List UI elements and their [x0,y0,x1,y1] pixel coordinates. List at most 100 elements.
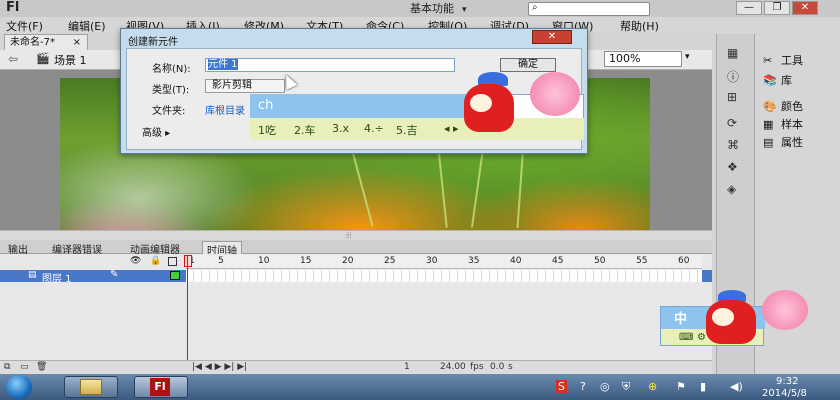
outline-icon[interactable] [168,257,177,266]
ruler-tick: 20 [342,256,354,266]
ime-candidate[interactable]: 5.吉 [396,122,418,138]
ime-candidate[interactable]: 3.x [332,122,349,135]
panel-swatches[interactable]: ▦ 样本 [763,116,803,132]
layer-color-swatch[interactable] [170,271,180,280]
frame-rate[interactable]: 24.00 [440,362,466,372]
blossom-icon [762,290,808,330]
playhead-handle[interactable] [184,255,192,267]
eye-icon[interactable]: 👁 [130,256,141,266]
tray-app-icon[interactable]: S [556,380,567,393]
symbol-type-select[interactable]: 影片剪辑 [205,79,285,93]
stage-scrollbar[interactable]: ⦙⦙⦙ [0,230,712,240]
motion-presets-icon[interactable]: ◈ [727,182,736,196]
menu-file[interactable]: 文件(F) [6,18,43,34]
playhead-line [187,255,188,373]
symbol-name-input[interactable]: 元件 1 [205,58,455,72]
blossom-icon [530,72,580,116]
help-icon[interactable]: ? [580,380,586,393]
playback-controls-icon[interactable]: |◀ ◀ ▶ ▶| ▶| [192,362,247,372]
panel-library[interactable]: 📚 库 [763,72,792,88]
ruler-tick: 60 [678,256,690,266]
shield-icon[interactable]: ⛨ [622,380,630,394]
folder-link[interactable]: 库根目录 [205,102,245,117]
flag-icon[interactable]: ⚑ [676,380,686,393]
ime-input-text: ch [258,98,274,113]
ime-candidate[interactable]: 2.车 [294,122,316,138]
delete-icon[interactable]: 🗑 [36,362,47,372]
workspace-label: 基本功能 [410,2,454,15]
panel-color-label: 颜色 [781,100,803,113]
document-tab-title: 未命名-7* [10,37,55,48]
library-icon: 📚 [763,74,777,87]
keyboard-icon[interactable]: ⌨ [679,332,693,343]
new-layer-icon[interactable]: ⧉ [4,362,10,372]
minimize-button[interactable]: — [736,1,762,15]
transform-icon[interactable]: ⟳ [727,116,737,130]
timeline-ruler[interactable]: 1 5 10 15 20 25 30 35 40 45 50 55 60 [186,255,702,269]
dialog-close-button[interactable]: ✕ [532,30,572,44]
layer-icon: ▤ [28,270,37,280]
taskbar [0,374,840,400]
info-icon[interactable]: ⓘ [727,68,739,85]
zoom-select[interactable]: 100% [604,51,682,67]
close-button[interactable]: ✕ [792,1,818,15]
ruler-tick: 10 [258,256,270,266]
ime-composition: ch [250,94,500,118]
chevron-down-icon[interactable]: ▾ [685,52,690,62]
tools-icon: ✂ [763,54,773,67]
mascot-face [470,94,492,112]
ime-candidate-list: 1吃 2.车 3.x 4.÷ 5.吉 ◂ ▸ [250,118,584,140]
volume-icon[interactable]: ◀) [730,380,743,393]
add-icon[interactable]: ⊕ [648,380,657,393]
components-icon[interactable]: ❖ [727,160,738,174]
ok-button[interactable]: 确定 [500,58,556,72]
ime-mode-label[interactable]: 中 [674,308,687,327]
workspace-switcher[interactable]: 基本功能 ▾ [410,0,520,16]
type-label: 类型(T): [152,85,190,96]
properties-icon[interactable]: ▦ [727,46,738,60]
panel-tools[interactable]: ✂ 工具 [763,52,803,68]
history-icon[interactable]: ⌘ [727,138,739,152]
timeline-status-bar: ⧉ ▭ 🗑 |◀ ◀ ▶ ▶| ▶| 1 24.00 fps 0.0 s [0,360,712,374]
lock-icon[interactable]: 🔒 [150,256,161,266]
clock-time[interactable]: 9:32 [776,376,798,387]
advanced-toggle[interactable]: 高级 ▸ [142,124,170,139]
fps-unit: fps [470,362,484,372]
tab-output[interactable]: 输出 [4,241,32,256]
layer-name[interactable]: 图层 1 [42,270,72,285]
document-tab[interactable]: 未命名-7* × [4,34,88,50]
ruler-tick: 55 [636,256,648,266]
scene-icon: 🎬 [36,52,50,65]
close-icon[interactable]: × [73,35,81,50]
color-icon: 🎨 [763,100,777,113]
ime-candidate[interactable]: 4.÷ [364,122,384,135]
tab-timeline[interactable]: 时间轴 [202,241,242,257]
settings-icon[interactable]: ⚙ [697,332,706,343]
signal-icon[interactable]: ▮ [700,380,706,393]
clock-date[interactable]: 2014/5/8 [762,388,807,399]
ruler-tick: 15 [300,256,312,266]
menu-help[interactable]: 帮助(H) [620,18,659,34]
swatches-icon: ▦ [763,118,774,131]
folder-label: 文件夹: [152,106,186,117]
menu-edit[interactable]: 编辑(E) [68,18,106,34]
tab-motion-editor[interactable]: 动画编辑器 [126,241,184,256]
back-arrow-icon[interactable]: ⇦ [8,52,18,66]
layer-frames[interactable] [186,270,702,282]
panel-color[interactable]: 🎨 颜色 [763,98,803,114]
restore-button[interactable]: ❐ [764,1,790,15]
ruler-tick: 40 [510,256,522,266]
mascot-face [712,308,734,326]
symbol-name-value: 元件 1 [208,59,238,70]
panel-properties[interactable]: ▤ 属性 [763,134,803,150]
start-button[interactable] [6,375,32,399]
ime-candidate[interactable]: 1吃 [258,122,276,138]
panel-swatches-label: 样本 [781,118,803,131]
network-icon[interactable]: ◎ [600,380,610,393]
ruler-tick: 25 [384,256,396,266]
align-icon[interactable]: ⊞ [727,90,737,104]
ime-page-arrows-icon[interactable]: ◂ ▸ [444,122,459,135]
help-search-input[interactable]: ⌕ [528,2,650,16]
new-folder-icon[interactable]: ▭ [20,362,29,372]
tab-compiler-errors[interactable]: 编译器错误 [48,241,106,256]
